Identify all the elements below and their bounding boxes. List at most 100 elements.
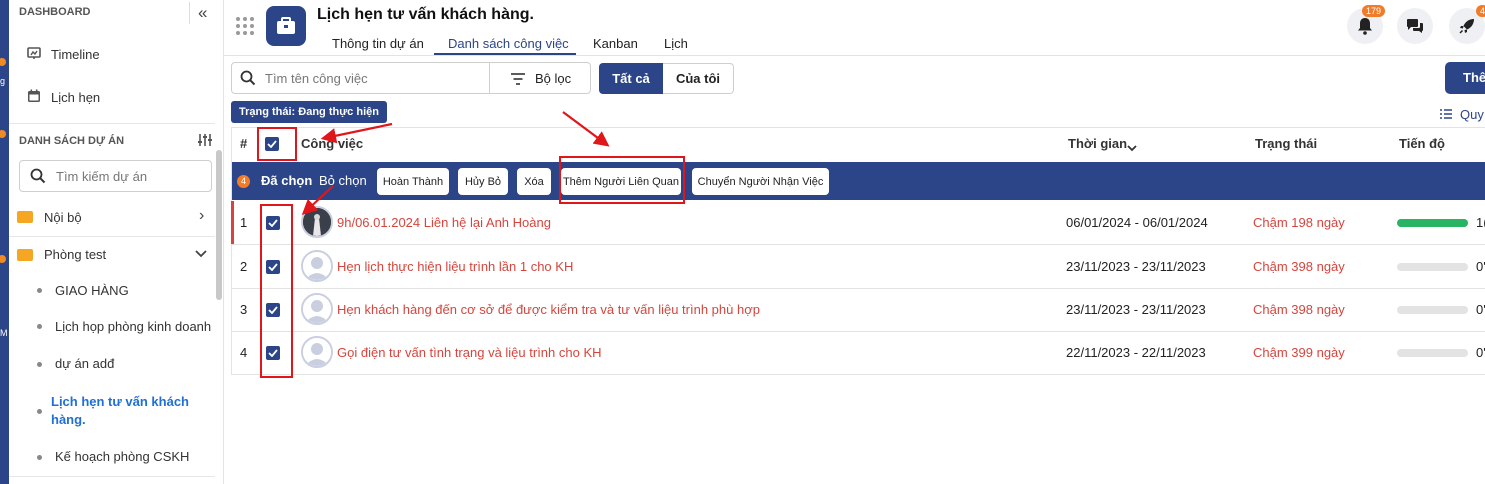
sidebar-divider bbox=[9, 123, 215, 124]
folder-icon bbox=[17, 249, 33, 261]
annotation-box-add-related bbox=[559, 156, 685, 204]
briefcase-icon bbox=[266, 6, 306, 46]
tab-danh-sach-cong-viec[interactable]: Danh sách công việc bbox=[448, 36, 569, 51]
annotation-box-select-all bbox=[257, 127, 297, 161]
progress-bar bbox=[1397, 349, 1468, 357]
row-index: 3 bbox=[240, 302, 248, 317]
sidebar-project-active[interactable]: Lịch hẹn tư vấn khách hàng. bbox=[51, 393, 191, 429]
header-divider bbox=[189, 2, 190, 24]
chevron-down-icon[interactable] bbox=[195, 247, 207, 258]
sidebar-folder-noi-bo[interactable]: Nội bộ bbox=[44, 210, 82, 225]
task-status: Chậm 198 ngày bbox=[1253, 215, 1345, 230]
sidebar-project-giao-hang[interactable]: GIAO HÀNG bbox=[55, 283, 129, 298]
rail-letter: g bbox=[0, 76, 6, 86]
row-index: 2 bbox=[240, 259, 248, 274]
timeline-icon bbox=[27, 46, 41, 60]
app-rail bbox=[0, 0, 9, 484]
tab-lich[interactable]: Lịch bbox=[664, 36, 688, 51]
progress-label: 0' bbox=[1476, 259, 1485, 274]
progress-bar bbox=[1397, 306, 1468, 314]
task-time: 23/11/2023 - 23/11/2023 bbox=[1066, 259, 1206, 274]
task-title[interactable]: Gọi điện tư vấn tình trạng và liệu trình… bbox=[337, 345, 602, 360]
tab-kanban[interactable]: Kanban bbox=[593, 36, 638, 51]
apps-grid-icon[interactable] bbox=[236, 17, 254, 35]
task-time: 23/11/2023 - 23/11/2023 bbox=[1066, 302, 1206, 317]
sidebar-project-cskh[interactable]: Kế hoạch phòng CSKH bbox=[55, 449, 189, 464]
sidebar-item-lich-hen[interactable]: Lịch hẹn bbox=[51, 90, 100, 105]
calendar-icon bbox=[27, 89, 41, 103]
bullet-icon bbox=[37, 324, 42, 329]
rocket-icon bbox=[1459, 19, 1474, 34]
sidebar-project-du-an-add[interactable]: dự án adđ bbox=[55, 356, 114, 371]
chat-button[interactable] bbox=[1397, 8, 1433, 44]
avatar bbox=[301, 206, 333, 238]
col-task-header: Công việc bbox=[301, 136, 364, 151]
sliders-icon[interactable] bbox=[197, 133, 213, 147]
bullet-icon bbox=[37, 409, 42, 414]
row-highlight-marker bbox=[231, 201, 234, 244]
bell-icon bbox=[1358, 18, 1372, 35]
delete-button[interactable]: Xóa bbox=[517, 168, 551, 195]
folder-icon bbox=[17, 211, 33, 223]
selected-count-badge: 4 bbox=[237, 175, 250, 188]
dashboard-heading[interactable]: DASHBOARD bbox=[19, 6, 91, 18]
chevron-right-icon[interactable]: › bbox=[199, 207, 204, 225]
search-icon bbox=[240, 70, 256, 86]
col-time-header[interactable]: Thời gian bbox=[1068, 136, 1127, 151]
rail-letter: M bbox=[0, 328, 8, 338]
transfer-assignee-button[interactable]: Chuyển Người Nhận Việc bbox=[692, 168, 829, 195]
filter-button[interactable]: Bộ lọc bbox=[489, 62, 591, 94]
task-status: Chậm 398 ngày bbox=[1253, 259, 1345, 274]
project-search-input[interactable]: Tìm kiếm dự án bbox=[19, 160, 212, 192]
header-divider bbox=[224, 55, 1485, 56]
progress-bar bbox=[1397, 219, 1468, 227]
progress-label: 1( bbox=[1476, 215, 1485, 230]
search-icon bbox=[30, 168, 46, 184]
task-search-input[interactable]: Tìm tên công việc bbox=[231, 62, 490, 94]
deselect-button[interactable]: Bỏ chọn bbox=[319, 173, 367, 188]
task-time: 06/01/2024 - 06/01/2024 bbox=[1066, 215, 1208, 230]
projects-heading: DANH SÁCH DỰ ÁN bbox=[19, 135, 125, 147]
segment-mine[interactable]: Của tôi bbox=[663, 63, 734, 94]
chevron-down-icon[interactable] bbox=[1127, 140, 1137, 152]
task-status: Chậm 398 ngày bbox=[1253, 302, 1345, 317]
collapse-sidebar-icon[interactable]: « bbox=[198, 3, 207, 23]
avatar bbox=[301, 250, 333, 282]
sidebar-divider bbox=[9, 476, 215, 477]
row-divider bbox=[232, 288, 1485, 289]
page-title: Lịch hẹn tư vấn khách hàng. bbox=[317, 6, 534, 23]
filter-label: Bộ lọc bbox=[535, 71, 572, 86]
task-time: 22/11/2023 - 22/11/2023 bbox=[1066, 345, 1206, 360]
row-divider bbox=[232, 331, 1485, 332]
sidebar-project-lich-hop[interactable]: Lịch họp phòng kinh doanh bbox=[55, 319, 211, 334]
task-title[interactable]: 9h/06.01.2024 Liên hệ lại Anh Hoàng bbox=[337, 215, 551, 230]
status-filter-chip[interactable]: Trạng thái: Đang thực hiện bbox=[231, 101, 387, 123]
tab-thong-tin[interactable]: Thông tin dự án bbox=[332, 36, 424, 51]
annotation-box-row-checkboxes bbox=[260, 204, 293, 378]
filter-icon bbox=[511, 73, 525, 85]
notification-count-badge: 179 bbox=[1362, 5, 1386, 17]
cancel-tasks-button[interactable]: Hủy Bỏ bbox=[458, 168, 508, 195]
row-index: 1 bbox=[240, 215, 248, 230]
bullet-icon bbox=[37, 362, 42, 367]
chat-icon bbox=[1407, 19, 1423, 33]
sort-label[interactable]: Quy bbox=[1460, 107, 1484, 122]
sidebar-item-timeline[interactable]: Timeline bbox=[51, 47, 100, 62]
row-divider bbox=[232, 244, 1485, 245]
rocket-badge: 4 bbox=[1476, 5, 1485, 17]
add-task-button[interactable]: Thê bbox=[1445, 62, 1485, 94]
sidebar-divider bbox=[9, 236, 215, 237]
task-title[interactable]: Hẹn khách hàng đến cơ sở để được kiểm tr… bbox=[337, 302, 760, 317]
sort-list-icon[interactable] bbox=[1440, 108, 1452, 120]
segment-all[interactable]: Tất cả bbox=[599, 63, 663, 94]
col-index-header: # bbox=[240, 136, 248, 151]
task-status: Chậm 399 ngày bbox=[1253, 345, 1345, 360]
task-title[interactable]: Hẹn lịch thực hiện liệu trình lần 1 cho … bbox=[337, 259, 573, 274]
progress-fill bbox=[1397, 219, 1468, 227]
bullet-icon bbox=[37, 288, 42, 293]
row-index: 4 bbox=[240, 345, 248, 360]
sidebar-folder-phong-test[interactable]: Phòng test bbox=[44, 247, 106, 262]
complete-button[interactable]: Hoàn Thành bbox=[377, 168, 449, 195]
selected-label: Đã chọn bbox=[261, 173, 313, 188]
sidebar-scrollbar[interactable] bbox=[216, 150, 222, 300]
